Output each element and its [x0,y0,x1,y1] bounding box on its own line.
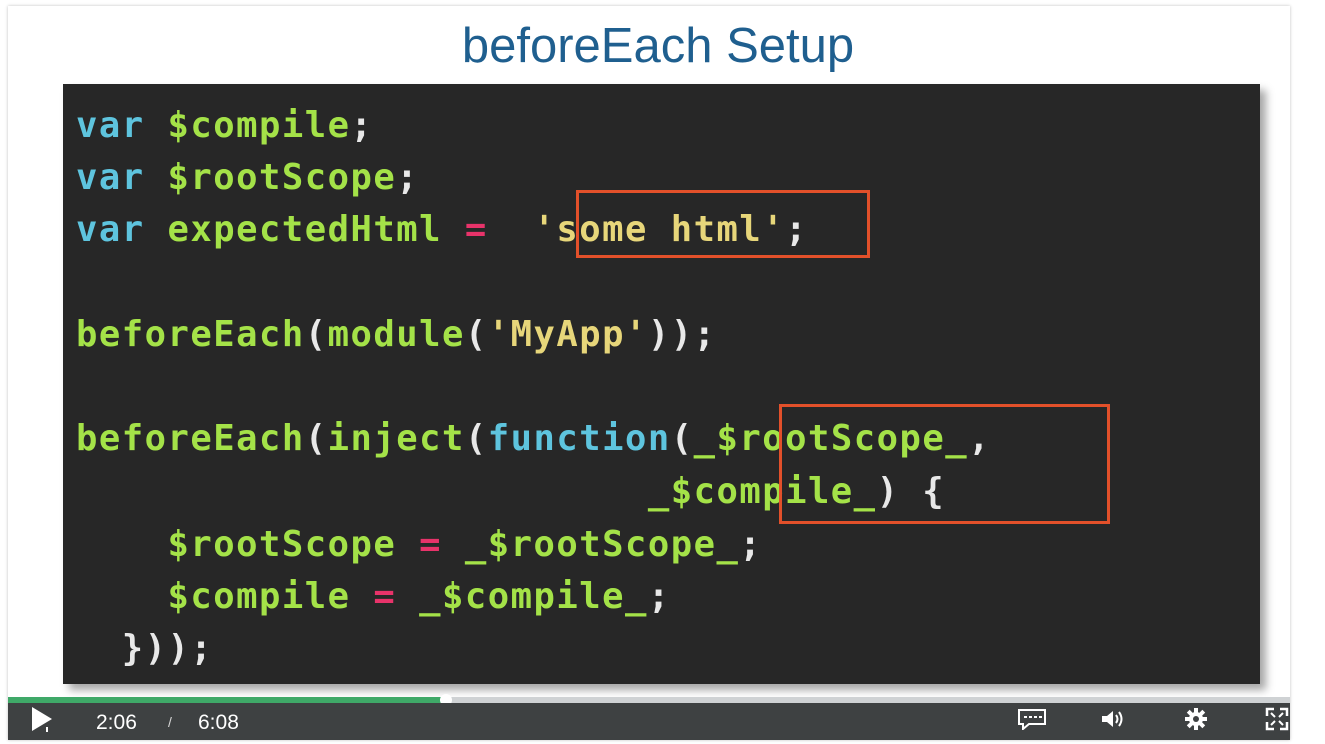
code-token: beforeEach [76,314,305,355]
code-line: var $compile; [76,104,373,148]
code-line: $compile = _$compile_; [76,575,671,619]
code-token: ; [739,524,763,565]
slide-title: beforeEach Setup [461,19,855,73]
gear-icon [1184,707,1208,736]
fullscreen-button[interactable] [1263,703,1290,740]
code-token: )); [647,314,717,355]
duration: 6:08 [198,711,239,734]
code-token: $compile [167,105,351,146]
code-token: inject [327,418,465,459]
time-separator: / [168,714,172,730]
code-line: })); [76,627,213,671]
code-token: ; [396,157,420,198]
code-token: beforeEach [76,418,305,459]
code-token: $rootScope [167,524,397,565]
code-token: _$compile_ [419,576,648,617]
code-token: var [76,105,145,146]
code-token: = [419,524,442,565]
code-token: module [327,314,465,355]
play-icon [28,705,54,738]
settings-button[interactable] [1180,703,1212,740]
code-token: ; [647,576,671,617]
highlight-box-params [779,404,1110,524]
code-token: })); [76,628,214,669]
fullscreen-icon [1265,707,1289,736]
captions-icon [1017,708,1047,735]
highlight-box-string [576,190,870,258]
volume-icon [1100,708,1128,735]
code-token: ( [304,418,328,459]
current-time: 2:06 [96,711,137,734]
code-line: $rootScope = _$rootScope_; [76,523,762,567]
control-bar: 2:06 / 6:08 [8,703,1290,740]
code-token: = [464,209,488,250]
code-token: 'MyApp' [487,314,648,355]
code-token: var [76,157,145,198]
volume-button[interactable] [1098,703,1130,740]
code-line: var $rootScope; [76,156,419,200]
code-token: _$rootScope_ [464,524,740,565]
code-token: $rootScope [167,157,397,198]
code-token: expectedHtml [167,209,442,250]
code-token: $compile [167,576,351,617]
code-token: ( [464,314,488,355]
code-token: function [487,418,671,459]
code-token: ( [670,418,694,459]
code-panel: var $compile; var $rootScope; var expected… [63,84,1260,684]
code-token: var [76,209,145,250]
video-player[interactable]: beforeEach Setup var $compile; var $rootS… [8,6,1290,740]
code-token: ( [304,314,328,355]
code-token: = [373,576,397,617]
play-button[interactable] [24,703,58,740]
code-token: ( [464,418,488,459]
code-line: beforeEach(module('MyApp')); [76,313,716,357]
code-token: ; [350,105,374,146]
captions-button[interactable] [1014,703,1050,740]
